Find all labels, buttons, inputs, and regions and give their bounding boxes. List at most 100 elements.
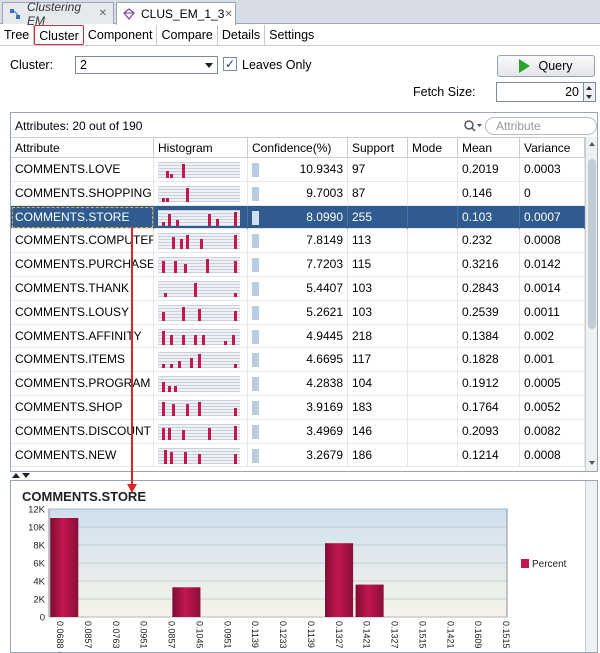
tab-component[interactable]: Component — [84, 24, 158, 45]
mini-histogram-bar — [194, 334, 197, 345]
y-tick-label: 4K — [33, 577, 45, 588]
tab-tree[interactable]: Tree — [0, 24, 35, 45]
leaves-only-checkbox[interactable]: ✓ — [223, 57, 237, 71]
mini-histogram-bar — [162, 330, 165, 345]
confidence-value: 7.7203 — [306, 257, 343, 272]
panel-splitter[interactable] — [12, 472, 42, 480]
x-tick-label: 0.1421 — [445, 621, 455, 649]
doc-tab-clustering-em[interactable]: Clustering EM ✕ — [2, 0, 114, 28]
cell-support: 115 — [348, 253, 408, 277]
query-button[interactable]: Query — [497, 55, 595, 77]
column-header-confidence[interactable]: Confidence(%) — [248, 138, 348, 158]
mini-histogram-bar — [234, 425, 237, 440]
cell-confidence: 10.9343 — [248, 158, 348, 181]
chart-scrollbar[interactable] — [585, 481, 597, 652]
cell-support: 103 — [348, 277, 408, 300]
column-header-support[interactable]: Support — [348, 138, 408, 158]
mini-histogram — [158, 352, 240, 369]
table-row[interactable]: COMMENTS.AFFINITY 4.9445 218 0.1384 0.002 — [11, 324, 585, 349]
mini-histogram-bar — [170, 451, 173, 464]
mini-histogram-bar — [198, 453, 201, 464]
table-header: Attribute Histogram Confidence(%) Suppor… — [11, 137, 585, 158]
cell-mode — [408, 253, 458, 277]
mini-histogram — [158, 185, 240, 202]
close-icon[interactable]: ✕ — [99, 8, 107, 19]
tab-settings[interactable]: Settings — [265, 25, 318, 45]
x-tick-label: 0.1139 — [306, 621, 316, 648]
cell-confidence: 5.2621 — [248, 300, 348, 324]
tab-details[interactable]: Details — [218, 24, 266, 45]
column-header-histogram[interactable]: Histogram — [154, 138, 248, 158]
cluster-select-value: 2 — [80, 58, 87, 72]
column-header-mode[interactable]: Mode — [408, 138, 458, 158]
cell-mean: 0.1828 — [458, 348, 520, 372]
cell-histogram — [154, 277, 248, 300]
table-row[interactable]: COMMENTS.LOUSY 5.2621 103 0.2539 0.0011 — [11, 300, 585, 325]
x-tick-label: 0.1327 — [390, 621, 400, 649]
x-tick-label: 0.0763 — [111, 621, 121, 649]
cell-histogram — [154, 324, 248, 348]
mini-histogram-bar — [178, 361, 181, 369]
mini-histogram-bar — [202, 334, 205, 345]
fetch-size-stepper[interactable] — [584, 82, 596, 102]
cell-support: 186 — [348, 443, 408, 467]
column-header-variance[interactable]: Variance — [520, 138, 585, 158]
table-row[interactable]: COMMENTS.ITEMS 4.6695 117 0.1828 0.001 — [11, 348, 585, 373]
tab-compare[interactable]: Compare — [157, 24, 218, 45]
search-icon[interactable] — [463, 119, 483, 133]
arrow-up-icon — [589, 142, 595, 146]
table-row[interactable]: COMMENTS.NEW 3.2679 186 0.1214 0.0008 — [11, 443, 585, 468]
collapse-down-icon[interactable] — [22, 473, 30, 478]
cell-support: 117 — [348, 348, 408, 372]
mini-histogram-bar — [232, 334, 235, 345]
mini-histogram-bar — [168, 427, 171, 440]
cell-histogram — [154, 348, 248, 372]
confidence-bar — [252, 258, 259, 273]
doc-tab-label: CLUS_EM_1_3 — [141, 7, 225, 21]
scrollbar-thumb[interactable] — [588, 159, 596, 329]
collapse-up-icon[interactable] — [12, 473, 20, 478]
doc-tab-clus-em[interactable]: CLUS_EM_1_3 ✕ — [116, 2, 236, 25]
cell-mode — [408, 277, 458, 300]
attribute-filter-input[interactable]: Attribute — [485, 117, 597, 135]
cell-histogram — [154, 300, 248, 324]
table-row[interactable]: COMMENTS.SHOPPING 9.7003 87 0.146 0 — [11, 181, 585, 206]
fetch-size-input[interactable]: 20 — [496, 82, 584, 102]
table-row[interactable]: COMMENTS.PURCHASED 7.7203 115 0.3216 0.0142 — [11, 253, 585, 277]
mini-histogram-bar — [162, 402, 165, 416]
table-row[interactable]: COMMENTS.SHOP 3.9169 183 0.1764 0.0052 — [11, 396, 585, 420]
table-row[interactable]: COMMENTS.THANK 5.4407 103 0.2843 0.0014 — [11, 277, 585, 301]
mini-histogram-bar — [170, 174, 173, 178]
close-icon[interactable]: ✕ — [224, 9, 232, 20]
mini-histogram-bar — [198, 402, 201, 416]
cell-histogram — [154, 253, 248, 277]
mini-histogram-bar — [216, 218, 219, 226]
y-tick-label: 0 — [40, 613, 45, 624]
cell-histogram — [154, 443, 248, 467]
mini-histogram-bar — [186, 235, 189, 250]
cell-attribute: COMMENTS.SHOPPING — [11, 181, 154, 205]
table-scrollbar[interactable] — [585, 137, 597, 471]
cell-mean: 0.2019 — [458, 158, 520, 181]
column-header-attribute[interactable]: Attribute — [11, 138, 154, 158]
cluster-select[interactable]: 2 — [75, 56, 218, 74]
confidence-value: 9.7003 — [306, 185, 343, 200]
table-row[interactable]: COMMENTS.DISCOUNT 3.4969 146 0.2093 0.0082 — [11, 419, 585, 444]
table-row[interactable]: COMMENTS.LOVE 10.9343 97 0.2019 0.0003 — [11, 158, 585, 182]
tab-cluster[interactable]: Cluster — [34, 24, 84, 45]
cell-variance: 0 — [520, 181, 585, 205]
cell-variance: 0.0007 — [520, 205, 585, 229]
table-row[interactable]: COMMENTS.STORE 8.0990 255 0.103 0.0007 — [11, 205, 585, 230]
confidence-value: 3.2679 — [306, 447, 343, 462]
column-header-mean[interactable]: Mean — [458, 138, 520, 158]
cell-confidence: 3.4969 — [248, 419, 348, 443]
cell-histogram — [154, 181, 248, 205]
cell-mode — [408, 348, 458, 372]
table-row[interactable]: COMMENTS.COMPUTER 7.8149 113 0.232 0.0008 — [11, 229, 585, 254]
cell-variance: 0.0142 — [520, 253, 585, 277]
table-row[interactable]: COMMENTS.PROGRAM 4.2838 104 0.1912 0.0005 — [11, 372, 585, 396]
confidence-bar — [252, 448, 259, 463]
mini-histogram-bar — [162, 197, 165, 202]
cell-variance: 0.002 — [520, 324, 585, 348]
y-tick-label: 6K — [33, 559, 45, 570]
